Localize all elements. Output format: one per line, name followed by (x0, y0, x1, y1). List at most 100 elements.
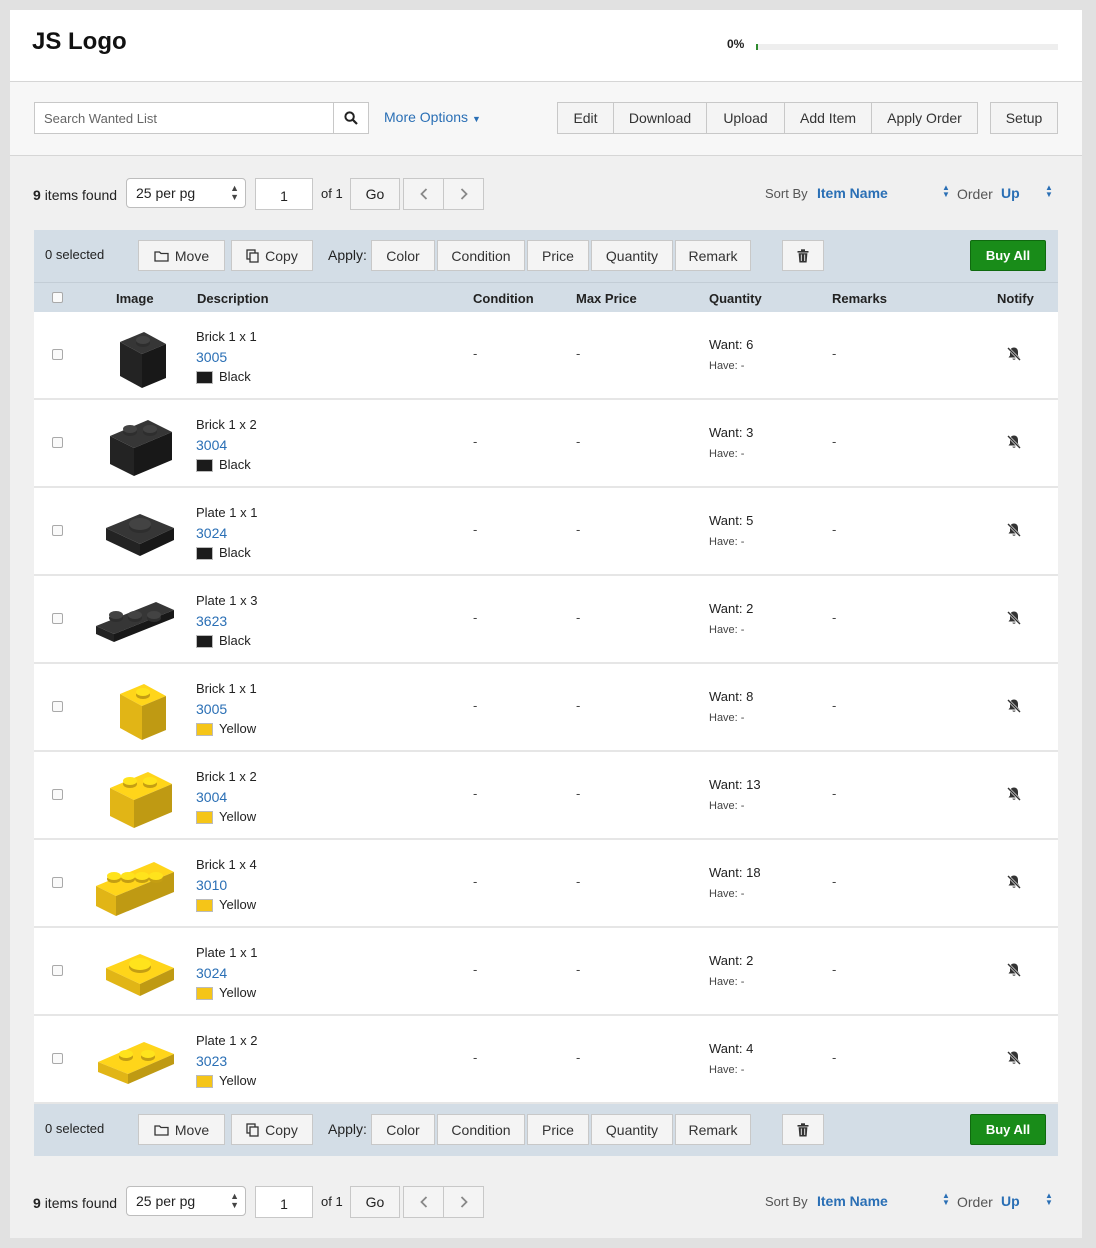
apply-color-button[interactable]: Color (371, 240, 435, 271)
upload-button[interactable]: Upload (706, 102, 785, 134)
move-button[interactable]: Move (138, 240, 225, 271)
item-condition[interactable]: - (473, 346, 477, 361)
copy-button[interactable]: Copy (231, 1114, 313, 1145)
item-want[interactable]: Want: 13 (709, 777, 761, 792)
part-image[interactable] (92, 318, 178, 394)
part-image[interactable] (92, 670, 178, 746)
setup-button[interactable]: Setup (990, 102, 1058, 134)
row-checkbox[interactable] (52, 877, 63, 888)
item-condition[interactable]: - (473, 610, 477, 625)
notify-toggle[interactable] (1006, 962, 1022, 981)
item-number-link[interactable]: 3004 (196, 787, 257, 807)
order-arrows-icon[interactable]: ▲ ▼ (1045, 1192, 1053, 1207)
item-want[interactable]: Want: 18 (709, 865, 761, 880)
item-want[interactable]: Want: 3 (709, 425, 753, 440)
move-button[interactable]: Move (138, 1114, 225, 1145)
go-button[interactable]: Go (350, 1186, 400, 1218)
part-image[interactable] (92, 758, 178, 834)
item-condition[interactable]: - (473, 698, 477, 713)
delete-button[interactable] (782, 240, 824, 271)
sort-arrows-icon[interactable]: ▲ ▼ (942, 184, 950, 199)
item-remarks[interactable]: - (832, 610, 836, 625)
buy-all-button[interactable]: Buy All (970, 1114, 1046, 1145)
item-condition[interactable]: - (473, 786, 477, 801)
item-max-price[interactable]: - (576, 434, 580, 449)
item-max-price[interactable]: - (576, 610, 580, 625)
item-condition[interactable]: - (473, 522, 477, 537)
item-number-link[interactable]: 3623 (196, 611, 257, 631)
apply-quantity-button[interactable]: Quantity (591, 240, 673, 271)
item-number-link[interactable]: 3023 (196, 1051, 257, 1071)
apply-price-button[interactable]: Price (527, 240, 589, 271)
item-number-link[interactable]: 3010 (196, 875, 257, 895)
apply-remark-button[interactable]: Remark (675, 240, 751, 271)
part-image[interactable] (92, 934, 178, 1010)
row-checkbox[interactable] (52, 1053, 63, 1064)
item-remarks[interactable]: - (832, 1050, 836, 1065)
item-number-link[interactable]: 3024 (196, 523, 257, 543)
notify-toggle[interactable] (1006, 698, 1022, 717)
item-max-price[interactable]: - (576, 962, 580, 977)
item-want[interactable]: Want: 5 (709, 513, 753, 528)
apply-order-button[interactable]: Apply Order (871, 102, 978, 134)
notify-toggle[interactable] (1006, 1050, 1022, 1069)
item-remarks[interactable]: - (832, 346, 836, 361)
search-button[interactable] (333, 102, 369, 134)
row-checkbox[interactable] (52, 349, 63, 360)
sort-arrows-icon[interactable]: ▲ ▼ (942, 1192, 950, 1207)
part-image[interactable] (92, 494, 178, 570)
item-remarks[interactable]: - (832, 962, 836, 977)
order-select[interactable]: Up (1001, 185, 1020, 201)
notify-toggle[interactable] (1006, 610, 1022, 629)
page-number-input[interactable]: 1 (255, 178, 313, 210)
order-select[interactable]: Up (1001, 1193, 1020, 1209)
sort-by-select[interactable]: Item Name (817, 1193, 888, 1209)
row-checkbox[interactable] (52, 789, 63, 800)
go-button[interactable]: Go (350, 178, 400, 210)
item-want[interactable]: Want: 2 (709, 953, 753, 968)
apply-condition-button[interactable]: Condition (437, 1114, 525, 1145)
item-max-price[interactable]: - (576, 786, 580, 801)
row-checkbox[interactable] (52, 965, 63, 976)
page-number-input[interactable]: 1 (255, 1186, 313, 1218)
apply-remark-button[interactable]: Remark (675, 1114, 751, 1145)
prev-page-button[interactable] (403, 178, 444, 210)
search-input[interactable] (34, 102, 334, 134)
per-page-select[interactable]: 25 per pg ▲ ▼ (126, 178, 246, 208)
download-button[interactable]: Download (613, 102, 707, 134)
item-remarks[interactable]: - (832, 434, 836, 449)
prev-page-button[interactable] (403, 1186, 444, 1218)
apply-price-button[interactable]: Price (527, 1114, 589, 1145)
sort-by-select[interactable]: Item Name (817, 185, 888, 201)
item-want[interactable]: Want: 8 (709, 689, 753, 704)
row-checkbox[interactable] (52, 437, 63, 448)
notify-toggle[interactable] (1006, 522, 1022, 541)
part-image[interactable] (92, 406, 178, 482)
part-image[interactable] (92, 582, 178, 658)
order-arrows-icon[interactable]: ▲ ▼ (1045, 184, 1053, 199)
item-max-price[interactable]: - (576, 698, 580, 713)
item-condition[interactable]: - (473, 434, 477, 449)
next-page-button[interactable] (443, 1186, 484, 1218)
item-max-price[interactable]: - (576, 346, 580, 361)
more-options-link[interactable]: More Options ▼ (384, 109, 481, 125)
item-want[interactable]: Want: 4 (709, 1041, 753, 1056)
notify-toggle[interactable] (1006, 346, 1022, 365)
item-max-price[interactable]: - (576, 874, 580, 889)
buy-all-button[interactable]: Buy All (970, 240, 1046, 271)
row-checkbox[interactable] (52, 525, 63, 536)
item-number-link[interactable]: 3005 (196, 699, 257, 719)
apply-color-button[interactable]: Color (371, 1114, 435, 1145)
apply-quantity-button[interactable]: Quantity (591, 1114, 673, 1145)
row-checkbox[interactable] (52, 701, 63, 712)
item-max-price[interactable]: - (576, 522, 580, 537)
notify-toggle[interactable] (1006, 786, 1022, 805)
edit-button[interactable]: Edit (557, 102, 614, 134)
add-item-button[interactable]: Add Item (784, 102, 872, 134)
row-checkbox[interactable] (52, 613, 63, 624)
item-condition[interactable]: - (473, 962, 477, 977)
item-max-price[interactable]: - (576, 1050, 580, 1065)
notify-toggle[interactable] (1006, 874, 1022, 893)
item-remarks[interactable]: - (832, 786, 836, 801)
select-all-checkbox[interactable] (52, 292, 63, 303)
